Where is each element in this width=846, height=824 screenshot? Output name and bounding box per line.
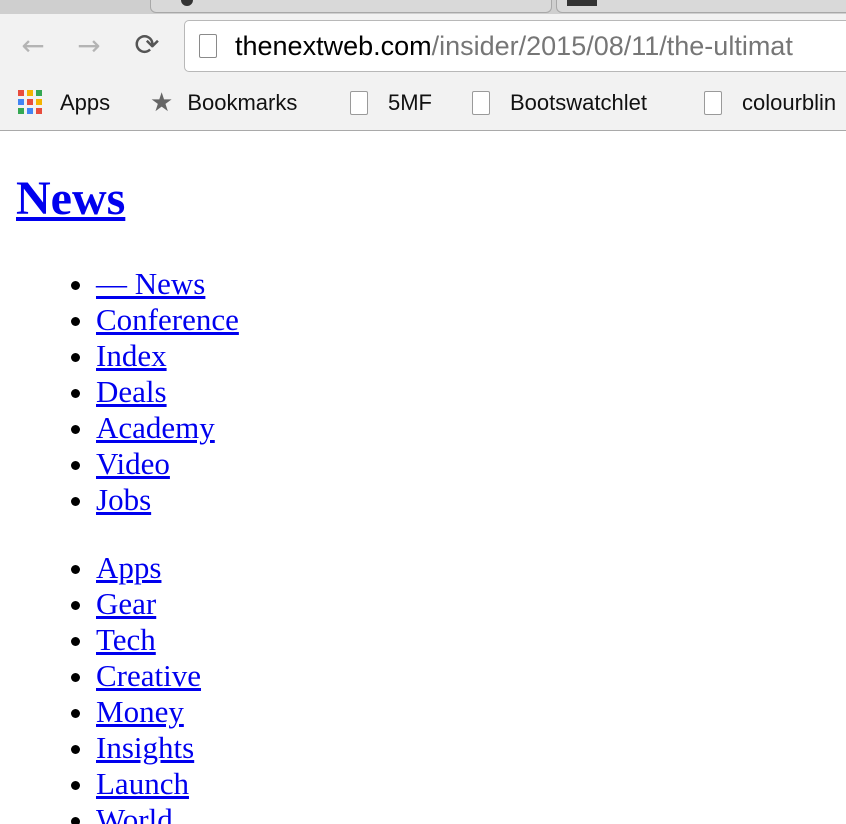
reload-button[interactable]: ⟳	[130, 27, 164, 63]
page-icon	[199, 34, 217, 58]
back-button[interactable]: ←	[16, 28, 50, 62]
bookmark-bookmarks[interactable]: ★ Bookmarks	[150, 86, 297, 120]
nav-item-news: — News	[96, 266, 239, 302]
page-icon	[350, 91, 368, 115]
bookmark-label: Bootswatchlet	[510, 90, 647, 115]
page-icon	[472, 91, 490, 115]
nav-link[interactable]: Deals	[96, 374, 167, 409]
section-item-creative: Creative	[96, 658, 201, 694]
section-link[interactable]: Tech	[96, 622, 156, 657]
address-bar[interactable]: thenextweb.com/insider/2015/08/11/the-ul…	[184, 20, 846, 72]
section-link[interactable]: Launch	[96, 766, 189, 801]
section-nav: Apps Gear Tech Creative Money Insights L…	[0, 550, 201, 824]
nav-item-index: Index	[96, 338, 239, 374]
tab-favicon-icon	[567, 0, 597, 6]
bookmark-label: Apps	[60, 90, 111, 115]
section-link[interactable]: World	[96, 802, 173, 824]
bookmark-apps[interactable]: Apps	[18, 86, 110, 120]
section-item-insights: Insights	[96, 730, 201, 766]
page-title: News	[16, 169, 125, 229]
page-icon	[704, 91, 722, 115]
bookmark-label: 5MF	[388, 90, 432, 115]
section-link[interactable]: Money	[96, 694, 184, 729]
nav-link[interactable]: Video	[96, 446, 170, 481]
section-item-apps: Apps	[96, 550, 201, 586]
section-item-world: World	[96, 802, 201, 824]
section-link[interactable]: Apps	[96, 550, 161, 585]
star-icon: ★	[150, 88, 174, 118]
forward-arrow-icon: →	[77, 28, 101, 62]
page-content: News — News Conference Index Deals Acade…	[0, 131, 846, 824]
bookmark-bootswatchlet[interactable]: Bootswatchlet	[472, 86, 647, 120]
bookmark-5mf[interactable]: 5MF	[350, 86, 432, 120]
bookmark-label: Bookmarks	[187, 90, 298, 115]
section-item-gear: Gear	[96, 586, 201, 622]
back-arrow-icon: ←	[21, 28, 45, 62]
nav-item-jobs: Jobs	[96, 482, 239, 518]
bookmark-label: colourblin	[742, 90, 837, 115]
section-item-tech: Tech	[96, 622, 201, 658]
nav-item-video: Video	[96, 446, 239, 482]
section-link[interactable]: Insights	[96, 730, 194, 765]
url-host: thenextweb.com	[235, 30, 432, 61]
tab-favicon-icon	[181, 0, 193, 6]
apps-grid-icon	[18, 90, 44, 116]
browser-chrome: ← → ⟳ thenextweb.com/insider/2015/08/11/…	[0, 0, 846, 131]
toolbar: ← → ⟳ thenextweb.com/insider/2015/08/11/…	[0, 14, 846, 80]
nav-link[interactable]: — News	[96, 266, 205, 301]
tab-strip	[0, 0, 846, 14]
nav-link[interactable]: Index	[96, 338, 167, 373]
section-item-money: Money	[96, 694, 201, 730]
nav-link[interactable]: Jobs	[96, 482, 151, 517]
nav-link[interactable]: Academy	[96, 410, 215, 445]
section-link[interactable]: Creative	[96, 658, 201, 693]
url-path: /insider/2015/08/11/the-ultimat	[431, 30, 793, 61]
primary-nav: — News Conference Index Deals Academy Vi…	[0, 266, 239, 518]
browser-tab[interactable]	[556, 0, 846, 13]
nav-link[interactable]: Conference	[96, 302, 239, 337]
section-item-launch: Launch	[96, 766, 201, 802]
browser-tab[interactable]	[150, 0, 552, 13]
section-link[interactable]: Gear	[96, 586, 156, 621]
bookmarks-bar: Apps ★ Bookmarks 5MF Bootswatchlet colou…	[0, 80, 846, 130]
forward-button[interactable]: →	[72, 28, 106, 62]
site-home-link[interactable]: News	[16, 172, 125, 225]
nav-item-deals: Deals	[96, 374, 239, 410]
reload-icon: ⟳	[134, 27, 160, 63]
bookmark-colourblin[interactable]: colourblin	[704, 86, 836, 120]
nav-item-academy: Academy	[96, 410, 239, 446]
nav-item-conference: Conference	[96, 302, 239, 338]
